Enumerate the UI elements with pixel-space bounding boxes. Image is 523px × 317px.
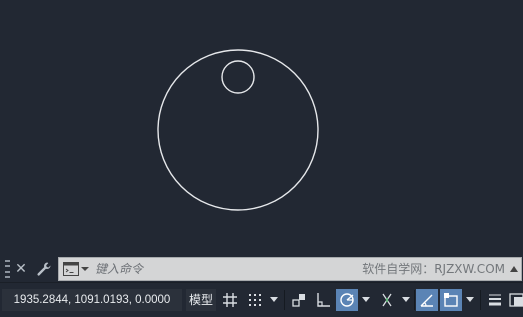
dynamic-input-toggle[interactable] [440, 289, 462, 311]
object-snap-tracking-icon [382, 293, 392, 307]
chevron-down-icon[interactable] [81, 265, 89, 273]
divider [480, 290, 481, 310]
small-circle[interactable] [221, 60, 255, 94]
close-icon[interactable]: ✕ [14, 259, 28, 279]
command-line-bar: ✕ 键入命令 软件自学网：RJZXW.COM [0, 256, 523, 282]
polar-tracking-toggle[interactable] [336, 289, 358, 311]
divider [284, 290, 285, 310]
divider [414, 290, 415, 310]
drag-grip-icon[interactable] [5, 260, 10, 278]
lineweight-icon [489, 294, 501, 306]
drawing-canvas[interactable] [0, 0, 523, 256]
dynamic-input-dropdown[interactable] [462, 289, 478, 311]
grid-icon [223, 293, 237, 307]
watermark-text: 软件自学网：RJZXW.COM [362, 262, 505, 276]
large-circle[interactable] [157, 49, 319, 211]
polar-dropdown[interactable] [358, 289, 374, 311]
transparency-icon [509, 293, 523, 307]
tracking-dropdown[interactable] [398, 289, 414, 311]
grid-toggle[interactable] [220, 289, 240, 311]
wrench-icon[interactable] [36, 261, 52, 277]
dynamic-ucs-toggle[interactable] [416, 289, 438, 311]
snap-toggle[interactable] [244, 289, 266, 311]
command-input[interactable]: 键入命令 软件自学网：RJZXW.COM [58, 257, 522, 281]
object-snap-tracking-toggle[interactable] [376, 289, 398, 311]
infer-constraints-icon [292, 294, 305, 307]
coordinates-readout[interactable]: 1935.2844, 1091.0193, 0.0000 [2, 289, 182, 311]
snap-dropdown[interactable] [266, 289, 282, 311]
infer-constraints-toggle[interactable] [288, 289, 310, 311]
dynamic-input-icon [444, 293, 458, 307]
transparency-toggle[interactable] [508, 289, 523, 311]
chevron-down-icon [270, 297, 278, 302]
ortho-icon [317, 293, 330, 307]
dynamic-ucs-icon [420, 294, 433, 307]
ortho-toggle[interactable] [312, 289, 334, 311]
chevron-down-icon [466, 297, 474, 302]
chevron-down-icon [402, 297, 410, 302]
model-space-button[interactable]: 模型 [186, 289, 216, 311]
command-prompt-icon[interactable] [63, 262, 79, 276]
command-placeholder: 键入命令 [95, 262, 144, 276]
snap-grid-icon [249, 294, 261, 306]
chevron-down-icon [362, 297, 370, 302]
chevron-up-icon[interactable] [510, 266, 518, 272]
polar-tracking-icon [340, 293, 354, 307]
lineweight-toggle[interactable] [484, 289, 506, 311]
status-bar: 1935.2844, 1091.0193, 0.0000 模型 [0, 282, 523, 317]
